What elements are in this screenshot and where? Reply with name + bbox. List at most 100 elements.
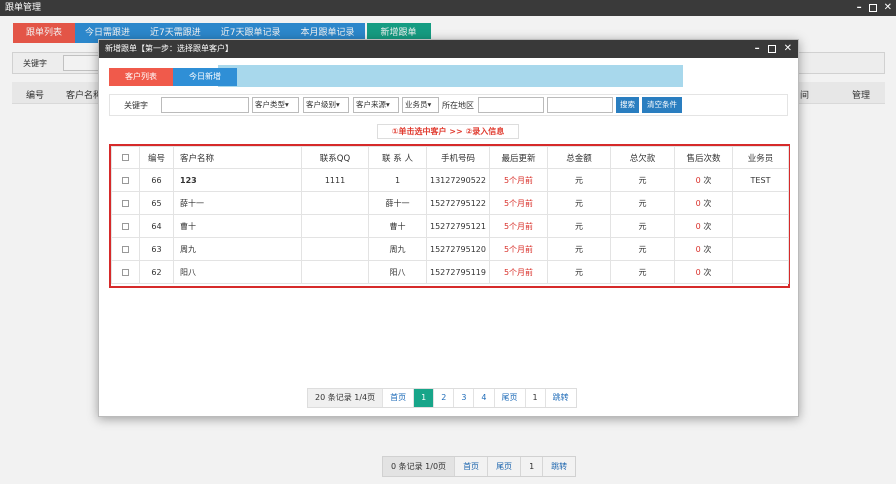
first-page-link[interactable]: 首页 [383, 389, 415, 407]
jump-button[interactable]: 跳转 [546, 389, 576, 407]
row-after-sales: 0 次 [674, 191, 733, 215]
row-customer-name: 薛十一 [173, 191, 302, 215]
col-qq: 联系QQ [301, 146, 369, 169]
caret-down-icon: ▾ [336, 100, 340, 109]
col-phone: 手机号码 [426, 146, 490, 169]
caret-down-icon: ▾ [386, 100, 390, 109]
row-phone: 15272795120 [426, 237, 490, 261]
table-row[interactable]: 62 阳八 阳八 15272795119 5个月前 元 元 0 次 [111, 260, 789, 284]
page-link-1[interactable]: 1 [414, 389, 435, 407]
customer-source-select[interactable]: 客户来源▾ [353, 97, 399, 113]
customer-table: 编号 客户名称 联系QQ 联 系 人 手机号码 最后更新 总金额 总欠款 售后次… [109, 144, 790, 288]
clear-conditions-button[interactable]: 清空条件 [642, 97, 682, 113]
checkbox-icon[interactable] [122, 245, 129, 253]
row-customer-name: 123 [173, 168, 302, 192]
row-contact: 周九 [368, 237, 427, 261]
row-after-sales: 0 次 [674, 260, 733, 284]
row-last-update: 5个月前 [489, 191, 548, 215]
customer-type-select[interactable]: 客户类型▾ [252, 97, 299, 113]
minimize-icon[interactable]: – [755, 41, 760, 57]
col-customer-name: 客户名称 [173, 146, 302, 169]
row-contact: 1 [368, 168, 427, 192]
dialog-titlebar: 新增跟单【第一步：选择跟单客户】 – ✕ [99, 40, 798, 58]
record-count: 20 条记录 1/4页 [308, 389, 384, 407]
row-after-sales: 0 次 [674, 237, 733, 261]
page-link-3[interactable]: 3 [454, 389, 475, 407]
close-icon[interactable]: ✕ [884, 0, 892, 16]
row-id: 62 [139, 260, 174, 284]
col-salesperson: 业务员 [732, 146, 789, 169]
row-last-update: 5个月前 [489, 237, 548, 261]
row-last-update: 5个月前 [489, 260, 548, 284]
page-link-2[interactable]: 2 [434, 389, 455, 407]
row-contact: 曹十 [368, 214, 427, 238]
search-button[interactable]: 搜索 [616, 97, 639, 113]
last-page-link[interactable]: 尾页 [495, 389, 526, 407]
row-id: 65 [139, 191, 174, 215]
caret-down-icon: ▾ [427, 100, 432, 109]
maximize-icon[interactable] [767, 45, 776, 53]
checkbox-icon[interactable] [122, 176, 129, 184]
table-row[interactable]: 65 薛十一 薛十一 15272795122 5个月前 元 元 0 次 [111, 191, 789, 215]
row-salesperson [732, 191, 789, 215]
page-link-4[interactable]: 4 [474, 389, 495, 407]
row-total-amount: 元 [547, 191, 611, 215]
tab-today-new[interactable]: 今日新增 [173, 68, 237, 86]
checkbox-icon[interactable] [122, 222, 129, 230]
minimize-icon[interactable]: – [857, 0, 862, 16]
row-select-cell[interactable] [111, 237, 140, 261]
checkbox-icon[interactable] [122, 199, 129, 207]
row-salesperson: TEST [732, 168, 789, 192]
page-number-input[interactable]: 1 [526, 389, 546, 407]
row-qq [301, 214, 369, 238]
tab-customer-list[interactable]: 客户列表 [109, 68, 173, 86]
caret-down-icon: ▾ [285, 100, 289, 109]
table-row[interactable]: 66 123 1111 1 13127290522 5个月前 元 元 0 次 T… [111, 168, 789, 192]
dialog-controls: – ✕ [755, 40, 792, 58]
banner-strip [218, 65, 683, 87]
col-total-amount: 总金额 [547, 146, 611, 169]
row-customer-name: 周九 [173, 237, 302, 261]
row-total-amount: 元 [547, 237, 611, 261]
col-last-update: 最后更新 [489, 146, 548, 169]
select-all-cell[interactable] [111, 146, 140, 169]
row-select-cell[interactable] [111, 168, 140, 192]
row-total-amount: 元 [547, 214, 611, 238]
step-hint: ①单击选中客户 >> ②录入信息 [377, 124, 519, 139]
checkbox-icon[interactable] [122, 268, 129, 276]
region-label: 所在地区 [442, 101, 474, 110]
row-salesperson [732, 214, 789, 238]
table-row[interactable]: 63 周九 周九 15272795120 5个月前 元 元 0 次 [111, 237, 789, 261]
row-select-cell[interactable] [111, 214, 140, 238]
row-total-debt: 元 [610, 237, 675, 261]
row-phone: 15272795121 [426, 214, 490, 238]
row-select-cell[interactable] [111, 260, 140, 284]
dialog-title: 新增跟单【第一步：选择跟单客户】 [105, 44, 233, 53]
keyword-input[interactable] [161, 97, 249, 113]
customer-level-select[interactable]: 客户级别▾ [303, 97, 349, 113]
window-title: 跟单管理 [5, 3, 42, 13]
row-customer-name: 阳八 [173, 260, 302, 284]
table-row[interactable]: 64 曹十 曹十 15272795121 5个月前 元 元 0 次 [111, 214, 789, 238]
row-id: 63 [139, 237, 174, 261]
col-total-debt: 总欠款 [610, 146, 675, 169]
salesperson-select[interactable]: 业务员▾ [402, 97, 439, 113]
region-detail-input[interactable] [547, 97, 613, 113]
col-id: 编号 [139, 146, 174, 169]
col-contact: 联 系 人 [368, 146, 427, 169]
customer-select-dialog: 新增跟单【第一步：选择跟单客户】 – ✕ 客户列表 今日新增 关键字 客户类型▾… [98, 39, 799, 417]
row-total-debt: 元 [610, 168, 675, 192]
row-last-update: 5个月前 [489, 214, 548, 238]
region-input[interactable] [478, 97, 544, 113]
row-phone: 15272795119 [426, 260, 490, 284]
close-icon[interactable]: ✕ [784, 41, 792, 57]
maximize-icon[interactable] [868, 4, 877, 12]
window-controls: – ✕ [857, 0, 892, 16]
row-qq [301, 191, 369, 215]
row-qq [301, 237, 369, 261]
row-total-amount: 元 [547, 260, 611, 284]
checkbox-icon[interactable] [122, 153, 129, 161]
row-salesperson [732, 237, 789, 261]
row-select-cell[interactable] [111, 191, 140, 215]
row-after-sales: 0 次 [674, 214, 733, 238]
